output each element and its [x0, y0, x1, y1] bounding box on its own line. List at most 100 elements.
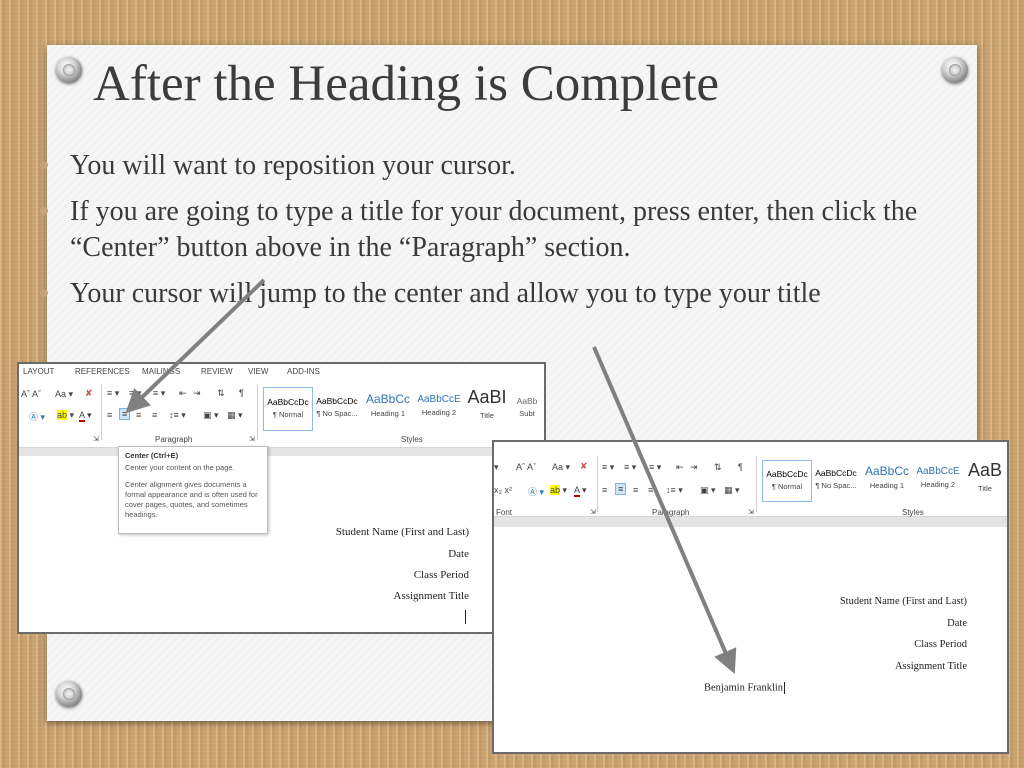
dialog-launcher-icon[interactable]: ⇲ [249, 435, 255, 443]
ruler [494, 517, 1007, 527]
style-no-spacing[interactable]: AaBbCcDc ¶ No Spac... [812, 460, 860, 500]
style-heading-1[interactable]: AaBbCc Heading 1 [862, 460, 912, 500]
divider [257, 384, 258, 440]
borders-icon[interactable]: ▦ ▾ [724, 485, 740, 496]
dialog-launcher-icon[interactable]: ⇲ [93, 435, 99, 443]
justify-icon[interactable]: ≡ [152, 410, 157, 420]
change-case-button[interactable]: Aa ▾ [55, 389, 73, 400]
text-cursor [784, 682, 786, 694]
font-size-buttons[interactable]: Aˆ Aˇ [516, 462, 536, 472]
numbering-icon[interactable]: ≡ ▾ [624, 462, 636, 473]
bullet-item: If you are going to type a title for you… [40, 194, 970, 266]
slide-title: After the Heading is Complete [93, 56, 719, 112]
style-normal[interactable]: AaBbCcDc ¶ Normal [263, 387, 313, 431]
text-effects-icon[interactable]: Ⓐ ▾ [528, 485, 544, 498]
font-color-icon[interactable]: A ▾ [574, 485, 587, 497]
doc-line-name: Student Name (First and Last) [839, 596, 967, 607]
tab-review[interactable]: REVIEW [201, 367, 233, 376]
doc-line-assignment: Assignment Title [393, 590, 470, 602]
subscript-icon[interactable]: x₂ x² [494, 485, 512, 495]
style-normal[interactable]: AaBbCcDc ¶ Normal [762, 460, 812, 502]
font-size-dropdown[interactable]: ▾ [494, 462, 499, 473]
tab-add-ins[interactable]: ADD-INS [287, 367, 320, 376]
line-spacing-icon[interactable]: ↕≡ ▾ [666, 485, 683, 496]
text-cursor [465, 610, 466, 624]
tab-view[interactable]: VIEW [248, 367, 268, 376]
doc-line-name: Student Name (First and Last) [335, 526, 469, 538]
text-effects-icon[interactable]: Ⓐ ▾ [29, 410, 45, 423]
multilevel-list-icon[interactable]: ≡ ▾ [649, 462, 661, 473]
font-size-buttons[interactable]: Aˆ Aˇ [21, 389, 41, 399]
tooltip-line-1: Center your content on the page. [125, 463, 235, 472]
pin-icon-top-left [56, 57, 82, 83]
align-right-icon[interactable]: ≡ [633, 485, 638, 495]
dialog-launcher-icon[interactable]: ⇲ [590, 508, 596, 516]
highlight-icon[interactable]: ab ▾ [57, 410, 74, 421]
highlight-icon[interactable]: ab ▾ [550, 485, 567, 496]
style-heading-2[interactable]: AaBbCcE Heading 2 [914, 460, 962, 500]
bullet-item: You will want to reposition your cursor. [40, 148, 970, 184]
word-screenshot-right: ▾ Aˆ Aˇ Aa ▾ ✘ x₂ x² Ⓐ ▾ ab ▾ A ▾ ≡ ▾ ≡ … [492, 440, 1009, 754]
show-marks-icon[interactable]: ¶ [738, 462, 743, 472]
font-color-icon[interactable]: A ▾ [79, 410, 92, 422]
styles-group-label: Styles [401, 435, 423, 444]
tab-mailings[interactable]: MAILINGS [142, 367, 180, 376]
pin-icon-bottom-left [56, 681, 82, 707]
sort-icon[interactable]: ⇅ [714, 462, 722, 473]
borders-icon[interactable]: ▦ ▾ [227, 410, 243, 421]
doc-line-date: Date [448, 548, 469, 560]
pin-icon-top-right [942, 57, 968, 83]
increase-indent-icon[interactable]: ⇥ [690, 462, 698, 473]
style-title[interactable]: AaB Title [964, 460, 1006, 500]
bullets-icon[interactable]: ≡ ▾ [602, 462, 614, 473]
clear-format-icon[interactable]: ✘ [580, 461, 588, 472]
line-spacing-icon[interactable]: ↕≡ ▾ [169, 410, 186, 421]
style-no-spacing[interactable]: AaBbCcDc ¶ No Spac... [313, 387, 361, 429]
dialog-launcher-icon[interactable]: ⇲ [748, 508, 754, 516]
increase-indent-icon[interactable]: ⇥ [193, 388, 201, 399]
bullet-dot-icon [40, 289, 48, 297]
bullets-icon[interactable]: ≡ ▾ [107, 388, 119, 399]
font-group-label: Font [496, 508, 513, 517]
change-case-button[interactable]: Aa ▾ [552, 462, 570, 473]
tab-layout[interactable]: LAYOUT [23, 367, 54, 376]
align-left-icon[interactable]: ≡ [602, 485, 607, 495]
align-center-button[interactable]: ≡ [615, 483, 627, 495]
sort-icon[interactable]: ⇅ [217, 388, 225, 399]
clear-format-icon[interactable]: ✘ [85, 388, 93, 399]
numbering-icon[interactable]: ≡ ▾ [129, 388, 141, 399]
style-heading-1[interactable]: AaBbCc Heading 1 [363, 387, 413, 429]
shading-icon[interactable]: ▣ ▾ [203, 410, 219, 421]
tab-references[interactable]: REFERENCES [75, 367, 130, 376]
typed-title: Benjamin Franklin [704, 682, 786, 694]
style-title[interactable]: AaBI Title [465, 387, 509, 429]
align-left-icon[interactable]: ≡ [107, 410, 112, 420]
ruler [19, 448, 544, 456]
align-center-button[interactable]: ≡ [119, 408, 131, 420]
styles-group-label: Styles [902, 508, 924, 517]
doc-line-date: Date [947, 618, 967, 629]
ribbon: ▾ Aˆ Aˇ Aa ▾ ✘ x₂ x² Ⓐ ▾ ab ▾ A ▾ ≡ ▾ ≡ … [494, 448, 1007, 517]
style-subtitle[interactable]: AaBb Subt [511, 387, 543, 429]
tooltip-title: Center (Ctrl+E) [125, 451, 179, 460]
doc-line-class-period: Class Period [914, 639, 967, 650]
divider [101, 384, 102, 440]
style-heading-2[interactable]: AaBbCcE Heading 2 [415, 387, 463, 429]
multilevel-list-icon[interactable]: ≡ ▾ [153, 388, 165, 399]
divider [597, 456, 598, 512]
ribbon-tabs: LAYOUT REFERENCES MAILINGS REVIEW VIEW A… [19, 364, 544, 380]
tooltip-line-2: Center alignment gives documents a forma… [125, 480, 258, 519]
bullet-dot-icon [40, 161, 48, 169]
decrease-indent-icon[interactable]: ⇤ [676, 462, 684, 473]
align-right-icon[interactable]: ≡ [136, 410, 141, 420]
center-tooltip: Center (Ctrl+E) Center your content on t… [118, 446, 268, 534]
paragraph-group-label: Paragraph [652, 508, 690, 517]
decrease-indent-icon[interactable]: ⇤ [179, 388, 187, 399]
bullet-list: You will want to reposition your cursor.… [40, 148, 970, 322]
word-screenshot-left: LAYOUT REFERENCES MAILINGS REVIEW VIEW A… [17, 362, 546, 634]
paragraph-group-label: Paragraph [155, 435, 193, 444]
shading-icon[interactable]: ▣ ▾ [700, 485, 716, 496]
justify-icon[interactable]: ≡ [648, 485, 653, 495]
doc-line-assignment: Assignment Title [894, 661, 967, 672]
show-marks-icon[interactable]: ¶ [239, 388, 244, 398]
